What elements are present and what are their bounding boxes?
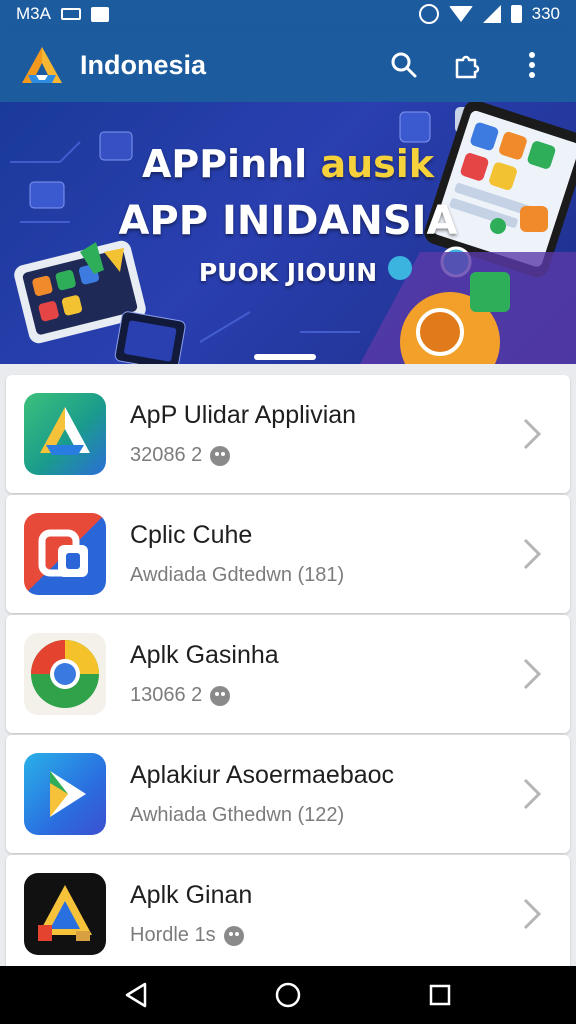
status-bar: M3A 330 bbox=[0, 0, 576, 28]
search-icon bbox=[391, 52, 417, 78]
app-name: Aplk Ginan bbox=[130, 881, 253, 909]
app-meta: Hordle 1s bbox=[130, 924, 512, 947]
chevron-right-icon bbox=[512, 414, 552, 454]
back-button[interactable] bbox=[108, 970, 164, 1020]
face-icon bbox=[210, 685, 231, 706]
list-item[interactable]: Aplk Gasinha 13066 2 bbox=[6, 615, 570, 733]
message-icon bbox=[60, 8, 81, 20]
list-item[interactable]: Cplic Cuhe Awdiada Gdtedwn (181) bbox=[6, 495, 570, 613]
back-icon bbox=[125, 982, 147, 1008]
app-list: ApP Ulidar Applivian 32086 2 Cplic Cuhe … bbox=[6, 375, 570, 975]
app-logo-icon bbox=[18, 45, 66, 85]
status-right: 330 bbox=[418, 4, 560, 24]
app-name: Aplakiur Asoermaebaoc bbox=[130, 761, 395, 789]
dark-triangle-app-icon bbox=[24, 873, 106, 955]
app-name: ApP Ulidar Applivian bbox=[130, 401, 357, 429]
list-item[interactable]: Aplakiur Asoermaebaoc Awhiada Gthedwn (1… bbox=[6, 735, 570, 853]
list-item-text: Cplic Cuhe Awdiada Gdtedwn (181) bbox=[130, 521, 512, 587]
app-meta: 13066 2 bbox=[130, 684, 512, 707]
banner-subtitle: PUOK JIOUIN bbox=[198, 258, 378, 287]
list-item[interactable]: Aplk Ginan Hordle 1s bbox=[6, 855, 570, 973]
app-bar: Indonesia bbox=[0, 28, 576, 102]
drive-like-icon bbox=[24, 393, 106, 475]
app-meta: Awdiada Gdtedwn (181) bbox=[130, 564, 512, 587]
chevron-right-icon bbox=[512, 894, 552, 934]
notification-icon bbox=[90, 6, 109, 22]
app-meta-text: Hordle 1s bbox=[130, 924, 216, 946]
banner-title-line1: APPinhl ausik bbox=[0, 142, 576, 186]
app-title: Indonesia bbox=[80, 49, 207, 80]
red-blue-app-icon bbox=[24, 513, 106, 595]
more-options-button[interactable] bbox=[506, 39, 558, 91]
banner-page-indicator bbox=[254, 354, 316, 360]
app-meta-text: 13066 2 bbox=[130, 684, 203, 706]
system-nav-bar bbox=[0, 966, 576, 1024]
list-item-text: Aplk Ginan Hordle 1s bbox=[130, 881, 512, 947]
app-meta: 32086 2 bbox=[130, 444, 512, 467]
list-item[interactable]: ApP Ulidar Applivian 32086 2 bbox=[6, 375, 570, 493]
face-icon bbox=[210, 445, 231, 466]
banner-title-part-a: APPinhl bbox=[141, 142, 321, 186]
play-arrow-app-icon bbox=[24, 753, 106, 835]
recents-button[interactable] bbox=[412, 970, 468, 1020]
chevron-right-icon bbox=[512, 774, 552, 814]
app-name: Aplk Gasinha bbox=[130, 641, 279, 669]
status-time-left: M3A bbox=[16, 4, 51, 23]
battery-icon bbox=[510, 5, 522, 23]
alarm-icon bbox=[418, 4, 439, 24]
home-button[interactable] bbox=[260, 970, 316, 1020]
chevron-right-icon bbox=[512, 534, 552, 574]
puzzle-button[interactable] bbox=[442, 39, 494, 91]
wifi-icon bbox=[448, 6, 473, 22]
more-vert-icon bbox=[529, 52, 535, 78]
search-button[interactable] bbox=[378, 39, 430, 91]
list-item-text: ApP Ulidar Applivian 32086 2 bbox=[130, 401, 512, 467]
app-meta-text: 32086 2 bbox=[130, 444, 203, 466]
list-item-text: Aplakiur Asoermaebaoc Awhiada Gthedwn (1… bbox=[130, 761, 512, 827]
app-meta-text: Awdiada Gdtedwn (181) bbox=[130, 564, 345, 586]
status-left: M3A bbox=[16, 4, 109, 24]
app-meta-text: Awhiada Gthedwn (122) bbox=[130, 804, 345, 826]
app-name: Cplic Cuhe bbox=[130, 521, 253, 549]
face-icon bbox=[223, 925, 244, 946]
status-time-right: 330 bbox=[531, 4, 560, 23]
signal-icon bbox=[482, 5, 501, 23]
promo-banner[interactable]: APPinhl ausik APP INIDANSIA PUOK JIOUIN bbox=[0, 102, 576, 364]
list-item-text: Aplk Gasinha 13066 2 bbox=[130, 641, 512, 707]
home-icon bbox=[275, 982, 301, 1008]
chrome-like-icon bbox=[24, 633, 106, 715]
recents-icon bbox=[429, 984, 451, 1006]
banner-title-part-b: ausik bbox=[320, 142, 435, 186]
banner-title-line2: APP INIDANSIA bbox=[118, 198, 458, 244]
puzzle-icon bbox=[455, 55, 480, 79]
chevron-right-icon bbox=[512, 654, 552, 694]
app-meta: Awhiada Gthedwn (122) bbox=[130, 804, 512, 827]
